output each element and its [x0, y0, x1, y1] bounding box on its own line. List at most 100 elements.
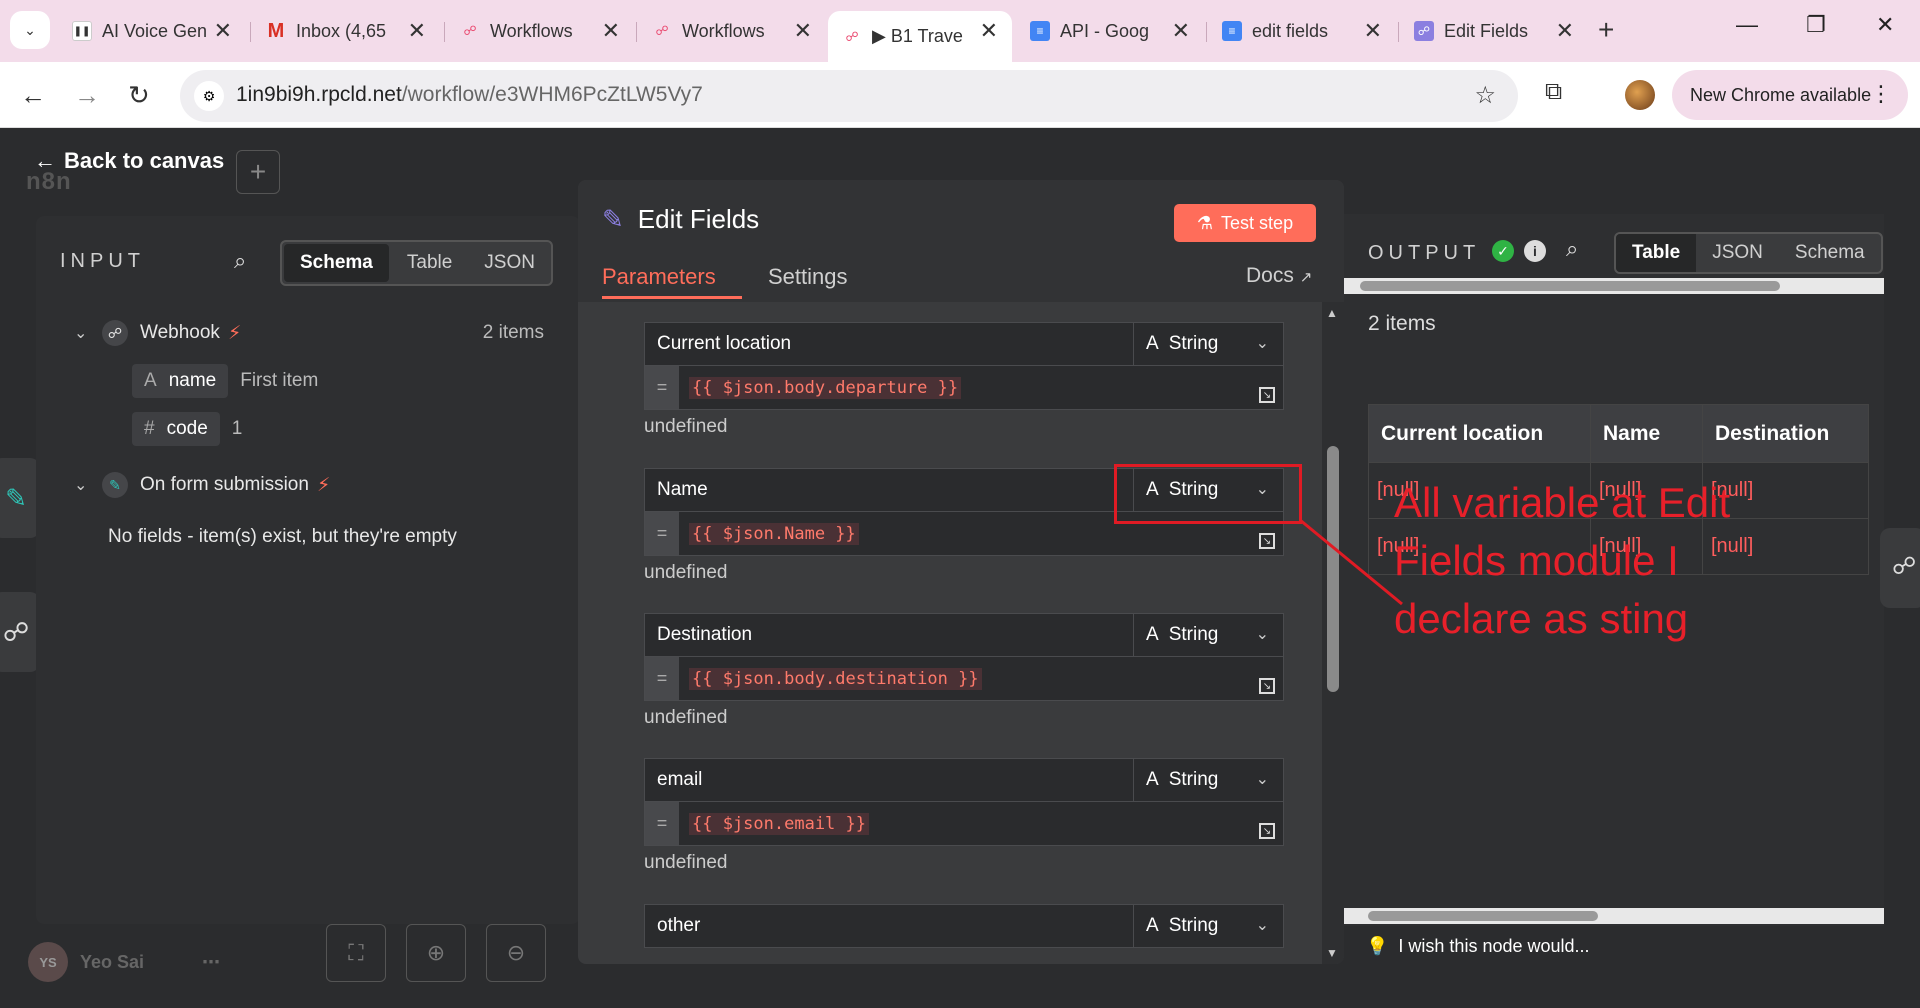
field-name-input[interactable]: other — [645, 905, 1133, 947]
view-schema[interactable]: Schema — [284, 244, 389, 282]
type-select[interactable]: A String ⌄ — [1133, 905, 1283, 947]
chevron-down-icon: ⌄ — [1255, 771, 1269, 788]
restore-button[interactable]: ❐ — [1806, 12, 1826, 38]
horizontal-scrollbar-top[interactable] — [1344, 278, 1884, 294]
test-step-button[interactable]: ⚗ Test step — [1174, 204, 1316, 242]
tab-2[interactable]: ☍ Workflows ✕ — [446, 11, 634, 51]
extensions-icon[interactable]: ⧉ — [1545, 78, 1562, 106]
webhook-icon: ☍ — [102, 320, 128, 346]
field-name-input[interactable]: Name — [645, 469, 1133, 511]
table-header: Name — [1590, 404, 1703, 463]
close-icon[interactable]: ✕ — [408, 18, 426, 44]
side-node-webhook[interactable]: ☍ — [0, 592, 40, 672]
info-icon[interactable]: i — [1524, 240, 1546, 262]
schema-field-row[interactable]: # code 1 — [132, 412, 242, 446]
more-icon[interactable]: ⋯ — [202, 952, 220, 973]
close-icon[interactable]: ✕ — [214, 18, 232, 44]
docs-link[interactable]: Docs ↗ — [1246, 264, 1312, 288]
close-icon[interactable]: ✕ — [602, 18, 620, 44]
expand-icon[interactable]: ↘ — [1259, 678, 1275, 694]
close-icon[interactable]: ✕ — [1172, 18, 1190, 44]
close-icon[interactable]: ✕ — [980, 18, 998, 44]
form-node-row[interactable]: ⌄ ✎ On form submission ⚡ — [74, 472, 330, 498]
profile-avatar[interactable] — [1625, 80, 1655, 110]
field-name-input[interactable]: Destination — [645, 614, 1133, 656]
reload-icon[interactable]: ↻ — [128, 80, 150, 111]
back-to-canvas-button[interactable]: ← Back to canvas — [34, 148, 224, 174]
search-icon[interactable]: ⌕ — [1566, 236, 1578, 262]
tab-7[interactable]: ☍ Edit Fields ✕ — [1400, 11, 1588, 51]
node-title[interactable]: ✎ Edit Fields — [602, 204, 759, 235]
tab-title: AI Voice Gen — [102, 20, 208, 41]
zoom-out-button[interactable]: ⊖ — [486, 924, 546, 982]
string-type-icon: A — [1146, 624, 1159, 645]
menu-icon[interactable]: ⋮ — [1870, 81, 1892, 107]
n8n-icon: ☍ — [845, 28, 859, 44]
view-json[interactable]: JSON — [468, 242, 551, 284]
annotation-highlight-box — [1114, 464, 1302, 524]
add-node-button[interactable]: + — [236, 150, 280, 194]
equals-icon: = — [645, 366, 679, 409]
type-select[interactable]: A String ⌄ — [1133, 614, 1283, 656]
tab-4-active[interactable]: ☍ ▶ B1 Trave ✕ — [828, 11, 1012, 62]
expression-input[interactable]: {{ $json.Name }} — [679, 512, 859, 555]
field-name-input[interactable]: Current location — [645, 323, 1133, 365]
tab-0[interactable]: ❚❚ AI Voice Gen ✕ — [58, 11, 246, 51]
close-icon[interactable]: ✕ — [1364, 18, 1382, 44]
scrollbar-thumb[interactable] — [1327, 446, 1339, 692]
scroll-down-icon[interactable]: ▼ — [1326, 946, 1338, 960]
webhook-node-row[interactable]: ⌄ ☍ Webhook ⚡ 2 items — [74, 320, 584, 346]
docs-icon: ≡ — [1030, 21, 1050, 41]
type-select[interactable]: A String ⌄ — [1133, 323, 1283, 365]
side-node-next[interactable]: ☍ — [1880, 528, 1920, 608]
view-table[interactable]: Table — [391, 242, 468, 284]
tab-5[interactable]: ≡ API - Goog ✕ — [1016, 11, 1204, 51]
view-json[interactable]: JSON — [1696, 234, 1779, 272]
tab-settings[interactable]: Settings — [768, 264, 848, 290]
annotation-text: All variable at Edit Fields module I dec… — [1394, 479, 1731, 642]
field-name-input[interactable]: email — [645, 759, 1133, 801]
side-node-form[interactable]: ✎ — [0, 458, 40, 538]
tab-search-button[interactable]: ⌄ — [10, 11, 50, 49]
back-icon[interactable]: ← — [20, 80, 46, 111]
tab-title: Inbox (4,65 — [296, 20, 387, 41]
expression-input[interactable]: {{ $json.body.destination }} — [679, 657, 982, 700]
expression-input[interactable]: {{ $json.body.departure }} — [679, 366, 962, 409]
minimize-button[interactable]: — — [1736, 12, 1758, 38]
scroll-up-icon[interactable]: ▲ — [1326, 306, 1338, 320]
expression-input[interactable]: {{ $json.email }} — [679, 802, 869, 845]
bookmark-star-icon[interactable]: ☆ — [1474, 81, 1496, 110]
type-select[interactable]: A String ⌄ — [1133, 759, 1283, 801]
horizontal-scrollbar-bottom[interactable] — [1344, 908, 1884, 924]
zoom-in-button[interactable]: ⊕ — [406, 924, 466, 982]
url-text[interactable]: 1in9bi9h.rpcld.net/workflow/e3WHM6PcZtLW… — [236, 83, 703, 107]
view-table[interactable]: Table — [1616, 234, 1697, 272]
site-info-icon[interactable]: ⚙ — [194, 81, 224, 111]
new-chrome-button[interactable]: New Chrome available ⋮ — [1672, 70, 1908, 120]
expand-icon[interactable]: ↘ — [1259, 533, 1275, 549]
close-icon[interactable]: ✕ — [794, 18, 812, 44]
forward-icon[interactable]: → — [74, 80, 100, 111]
feedback-link[interactable]: 💡 I wish this node would... — [1366, 936, 1590, 957]
tab-1[interactable]: M Inbox (4,65 ✕ — [252, 11, 440, 51]
new-tab-button[interactable]: + — [1598, 14, 1614, 46]
fit-view-button[interactable]: ⛶ — [326, 924, 386, 982]
field-pill[interactable]: # code — [132, 412, 220, 446]
tab-6[interactable]: ≡ edit fields ✕ — [1208, 11, 1396, 51]
tab-bar: ⌄ ❚❚ AI Voice Gen ✕ M Inbox (4,65 ✕ ☍ Wo… — [0, 0, 1920, 62]
tab-title: edit fields — [1252, 20, 1329, 41]
close-window-button[interactable]: ✕ — [1876, 12, 1894, 38]
view-schema[interactable]: Schema — [1779, 234, 1881, 272]
field-pill[interactable]: A name — [132, 364, 229, 398]
expand-icon[interactable]: ↘ — [1259, 387, 1275, 403]
search-icon[interactable]: ⌕ — [234, 248, 246, 274]
close-icon[interactable]: ✕ — [1556, 18, 1574, 44]
string-type-icon: A — [1146, 333, 1159, 354]
user-menu[interactable]: YS Yeo Sai ⋯ — [28, 942, 220, 982]
input-title: INPUT — [60, 250, 145, 272]
schema-field-row[interactable]: A name First item — [132, 364, 318, 398]
omnibox[interactable]: ⚙ 1in9bi9h.rpcld.net/workflow/e3WHM6PcZt… — [180, 70, 1518, 122]
tab-parameters[interactable]: Parameters — [602, 264, 716, 290]
tab-3[interactable]: ☍ Workflows ✕ — [638, 11, 826, 51]
expand-icon[interactable]: ↘ — [1259, 823, 1275, 839]
